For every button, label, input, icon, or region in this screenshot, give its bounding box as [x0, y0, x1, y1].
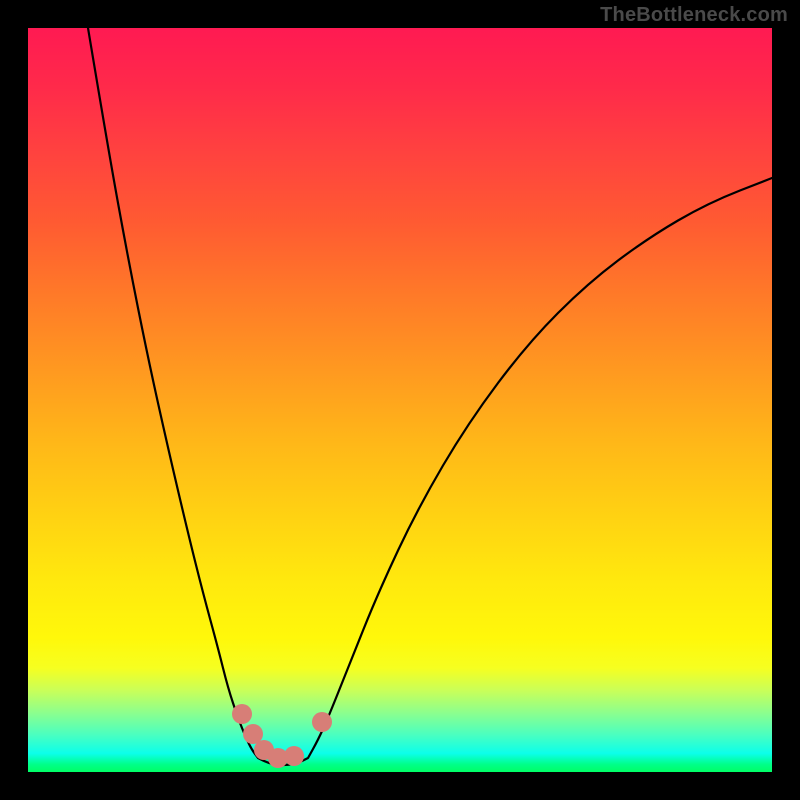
marker-dot	[312, 712, 332, 732]
marker-group	[232, 704, 332, 768]
marker-dot	[284, 746, 304, 766]
curve-layer	[28, 28, 772, 772]
bottleneck-curve	[88, 28, 772, 765]
marker-dot	[232, 704, 252, 724]
watermark-text: TheBottleneck.com	[600, 4, 788, 27]
chart-frame: TheBottleneck.com	[0, 0, 800, 800]
plot-area	[28, 28, 772, 772]
